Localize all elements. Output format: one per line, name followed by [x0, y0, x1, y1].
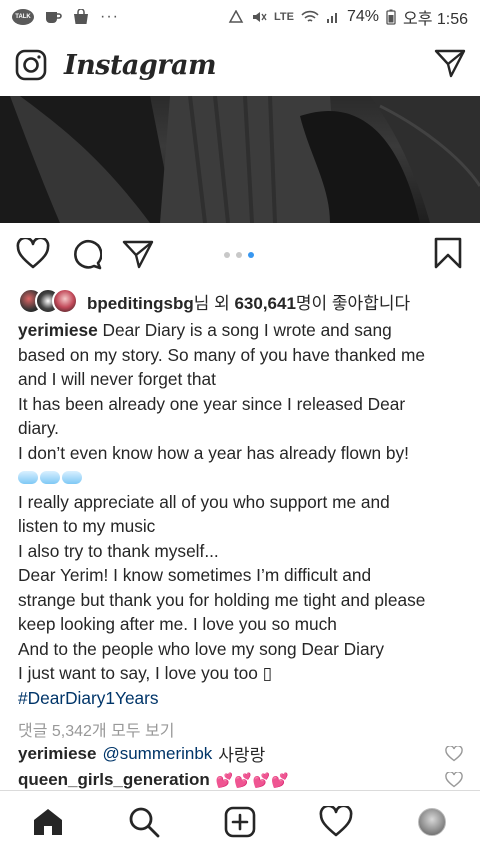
- carousel-dot: [224, 252, 230, 258]
- battery-icon: [386, 9, 396, 25]
- search-icon: [129, 807, 160, 838]
- hashtag-link[interactable]: #DearDiary1Years: [18, 686, 468, 711]
- caption-line: It has been already one year since I rel…: [18, 393, 406, 414]
- caption-line: keep looking after me. I love you so muc…: [18, 614, 337, 634]
- battery-level: 74%: [346, 8, 379, 25]
- carousel-dot: [248, 252, 254, 258]
- bag-icon: [74, 9, 88, 24]
- direct-icon[interactable]: [434, 48, 466, 78]
- comment-icon: [74, 240, 102, 270]
- home-icon: [34, 809, 62, 835]
- mute-icon: [252, 12, 267, 22]
- wifi-icon: [301, 10, 319, 22]
- profile-icon: [418, 808, 446, 836]
- status-bar: TALK ··· LTE 74% 오후 1:56: [0, 0, 480, 34]
- comment-like-icon[interactable]: [445, 745, 463, 762]
- talk-icon: TALK: [12, 9, 34, 25]
- comment-like-icon[interactable]: [445, 772, 463, 788]
- recycle-icon: [228, 10, 244, 23]
- caption-line: I really appreciate all of you who suppo…: [18, 491, 390, 512]
- share-button[interactable]: [122, 239, 154, 269]
- comment-mention[interactable]: @summerinbk: [102, 744, 212, 764]
- tab-profile[interactable]: [408, 798, 456, 846]
- view-all-comments-link[interactable]: 댓글 5,342개 모두 보기: [18, 717, 174, 741]
- caption-line: And to the people who love my song Dear …: [18, 638, 384, 659]
- cup-icon: [46, 12, 62, 23]
- caption-line: diary.: [18, 418, 59, 438]
- add-icon: [224, 806, 256, 838]
- instagram-logo: Instagram: [64, 49, 217, 81]
- caption-line: I don’t even know how a year has already…: [18, 442, 409, 463]
- camera-icon[interactable]: [14, 48, 48, 82]
- caption-line: listen to my music: [18, 516, 156, 536]
- heart-icon: [16, 238, 50, 269]
- caption-line: strange but thank you for holding me tig…: [18, 589, 426, 610]
- tab-add-post[interactable]: [216, 798, 264, 846]
- comment-row: queen_girls_generation 💕💕💕💕: [18, 770, 463, 790]
- app-header: Instagram: [0, 34, 480, 96]
- liker-username[interactable]: bpeditingsbg: [87, 294, 194, 313]
- comment-text: 사랑랑: [218, 746, 266, 765]
- clock: 오후 1:56: [402, 11, 468, 28]
- caption-line: Dear Diary is a song I wrote and sang: [97, 320, 392, 340]
- comment-text: 💕💕💕💕: [215, 771, 290, 788]
- avatar: [52, 288, 78, 314]
- comment-button[interactable]: [70, 238, 102, 270]
- more-notifications-icon: ···: [100, 8, 119, 25]
- comment-row: yerimiese @summerinbk 사랑랑: [18, 741, 463, 766]
- caption-line: I just want to say, I love you too ▯: [18, 663, 273, 683]
- likes-suffix-2: 명이 좋아합니다: [295, 293, 411, 313]
- tab-home[interactable]: [24, 798, 72, 846]
- bottom-tab-bar: [0, 790, 480, 853]
- cloud-icon: [62, 470, 82, 484]
- caption-username[interactable]: yerimiese: [18, 320, 98, 340]
- network-type: LTE: [273, 11, 294, 23]
- bookmark-icon: [434, 237, 462, 269]
- carousel-indicator: [224, 252, 254, 258]
- caption-line: Dear Yerim! I know sometimes I’m difficu…: [18, 565, 372, 585]
- likes-count: 630,641: [234, 293, 296, 313]
- likes-text: bpeditingsbg님 외 630,641명이 좋아합니다: [87, 289, 410, 314]
- activity-icon: [319, 806, 353, 837]
- post-caption: yerimiese Dear Diary is a song I wrote a…: [18, 318, 468, 710]
- liker-avatars: [18, 288, 78, 314]
- post-image[interactable]: [0, 96, 480, 223]
- comment-username[interactable]: queen_girls_generation: [18, 770, 210, 790]
- post-photo: [0, 96, 480, 223]
- cloud-icon: [18, 470, 38, 484]
- caption-line: I also try to thank myself...: [18, 540, 219, 561]
- cloud-emojis: [18, 465, 468, 490]
- comment-username[interactable]: yerimiese: [18, 744, 96, 764]
- post-action-bar: [0, 223, 480, 285]
- tab-activity[interactable]: [312, 798, 360, 846]
- save-button[interactable]: [434, 237, 462, 274]
- tab-search[interactable]: [120, 798, 168, 846]
- like-button[interactable]: [16, 238, 50, 270]
- likes-suffix: 님 외: [193, 293, 235, 313]
- share-icon: [122, 240, 154, 269]
- caption-line: based on my story. So many of you have t…: [18, 344, 425, 365]
- carousel-dot: [236, 252, 242, 258]
- likes-summary[interactable]: bpeditingsbg님 외 630,641명이 좋아합니다: [18, 287, 410, 315]
- signal-icon: [326, 13, 337, 23]
- cloud-icon: [40, 470, 60, 484]
- caption-line: and I will never forget that: [18, 369, 216, 389]
